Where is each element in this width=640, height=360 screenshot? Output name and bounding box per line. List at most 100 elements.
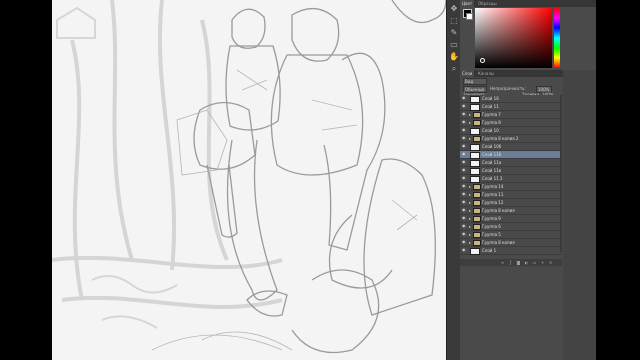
tab-color[interactable]: Цвет xyxy=(460,0,475,7)
video-letterbox-right xyxy=(596,0,640,360)
move-tool-icon[interactable]: ✥ xyxy=(449,4,459,14)
visibility-eye-icon[interactable]: ◉ xyxy=(462,216,466,220)
visibility-eye-icon[interactable]: ◉ xyxy=(462,168,466,172)
layer-thumbnail xyxy=(470,152,480,159)
layer-name: Слой 11б xyxy=(482,152,502,157)
zoom-tool-icon[interactable]: ⌕ xyxy=(449,64,459,74)
layer-row[interactable]: ◉ Слой 11а xyxy=(460,159,562,167)
hue-slider[interactable] xyxy=(554,8,560,68)
group-expand-arrow-icon[interactable]: ▸ xyxy=(469,231,471,238)
layer-name: Группа 12 xyxy=(482,200,504,205)
tab-swatches[interactable]: Образцы xyxy=(476,0,499,7)
layer-name: Слой 16 xyxy=(482,96,499,101)
layer-group-row[interactable]: ◉ ▸ Группа 8 xyxy=(460,119,562,127)
mask-icon[interactable]: ◙ xyxy=(516,260,521,265)
visibility-eye-icon[interactable]: ◉ xyxy=(462,224,466,228)
layer-group-row[interactable]: ◉ ▸ Группа 5 xyxy=(460,231,562,239)
tab-layers[interactable]: Слои xyxy=(460,70,475,77)
layer-name: Группа 9 xyxy=(482,216,501,221)
visibility-eye-icon[interactable]: ◉ xyxy=(462,112,466,116)
collapsed-panels-column xyxy=(563,70,596,360)
visibility-eye-icon[interactable]: ◉ xyxy=(462,136,466,140)
visibility-eye-icon[interactable]: ◉ xyxy=(462,96,466,100)
visibility-eye-icon[interactable]: ◉ xyxy=(462,192,466,196)
layer-name: Слой 11в xyxy=(482,168,502,173)
layer-row[interactable]: ◉ Слой 11в xyxy=(460,167,562,175)
fx-icon[interactable]: ƒ xyxy=(508,260,513,265)
group-expand-arrow-icon[interactable]: ▸ xyxy=(469,239,471,246)
layer-thumbnail xyxy=(470,160,480,167)
group-expand-arrow-icon[interactable]: ▸ xyxy=(469,199,471,206)
layer-group-row[interactable]: ◉ ▸ Группа 8 копия 2 xyxy=(460,135,562,143)
visibility-eye-icon[interactable]: ◉ xyxy=(462,128,466,132)
layer-group-row[interactable]: ◉ ▸ Группа 12 xyxy=(460,199,562,207)
layer-name: Слой 1 xyxy=(482,248,497,253)
layer-row[interactable]: ◉ Слой 11 2 xyxy=(460,175,562,183)
group-expand-arrow-icon[interactable]: ▸ xyxy=(469,119,471,126)
right-panel-dock: Цвет Образцы Слои Каналы Вид Обычные Неп… xyxy=(460,0,596,360)
layer-name: Группа 11 xyxy=(482,192,504,197)
visibility-eye-icon[interactable]: ◉ xyxy=(462,152,466,156)
tools-strip: ✥ ⬚ ✎ ▭ ✋ ⌕ xyxy=(446,0,461,360)
folder-icon xyxy=(473,224,481,230)
hand-tool-icon[interactable]: ✋ xyxy=(449,52,459,62)
layer-row[interactable]: ◉ Слой 10 xyxy=(460,127,562,135)
video-letterbox-left xyxy=(0,0,52,360)
layer-name: Слой 11 xyxy=(482,104,499,109)
trash-icon[interactable]: ✕ xyxy=(548,260,553,265)
layer-name: Группа 7 xyxy=(482,112,501,117)
group-expand-arrow-icon[interactable]: ▸ xyxy=(469,111,471,118)
visibility-eye-icon[interactable]: ◉ xyxy=(462,200,466,204)
layer-group-row[interactable]: ◉ ▸ Группа 7 xyxy=(460,111,562,119)
new-layer-icon[interactable]: + xyxy=(540,260,545,265)
group-expand-arrow-icon[interactable]: ▸ xyxy=(469,135,471,142)
eraser-tool-icon[interactable]: ▭ xyxy=(449,40,459,50)
visibility-eye-icon[interactable]: ◉ xyxy=(462,160,466,164)
layer-row[interactable]: ◉ Слой 11 xyxy=(460,103,562,111)
visibility-eye-icon[interactable]: ◉ xyxy=(462,104,466,108)
folder-icon xyxy=(473,232,481,238)
tab-channels[interactable]: Каналы xyxy=(476,70,496,77)
layer-name: Группа 5 xyxy=(482,232,501,237)
visibility-eye-icon[interactable]: ◉ xyxy=(462,240,466,244)
folder-icon xyxy=(473,208,481,214)
color-swatches xyxy=(463,9,473,20)
color-picker-field[interactable] xyxy=(475,8,552,68)
visibility-eye-icon[interactable]: ◉ xyxy=(462,232,466,236)
layer-group-row[interactable]: ◉ ▸ Группа 6 xyxy=(460,223,562,231)
group-expand-arrow-icon[interactable]: ▸ xyxy=(469,191,471,198)
layer-row[interactable]: ◉ Слой 16 xyxy=(460,95,562,103)
visibility-eye-icon[interactable]: ◉ xyxy=(462,184,466,188)
visibility-eye-icon[interactable]: ◉ xyxy=(462,208,466,212)
adjustment-icon[interactable]: ◐ xyxy=(524,260,529,265)
group-expand-arrow-icon[interactable]: ▸ xyxy=(469,215,471,222)
layer-group-row[interactable]: ◉ ▸ Группа 9 xyxy=(460,215,562,223)
layer-thumbnail xyxy=(470,128,480,135)
layer-row[interactable]: ◉ Слой 10б xyxy=(460,143,562,151)
group-expand-arrow-icon[interactable]: ▸ xyxy=(469,223,471,230)
layer-group-row[interactable]: ◉ ▸ Группа 11 xyxy=(460,191,562,199)
layer-kind-filter[interactable]: Вид xyxy=(463,78,487,85)
layers-scrollbar[interactable] xyxy=(560,95,562,252)
layer-row[interactable]: ◉ Слой 1 xyxy=(460,247,562,255)
brush-tool-icon[interactable]: ✎ xyxy=(449,28,459,38)
link-icon[interactable]: ∞ xyxy=(500,260,505,265)
layer-group-row[interactable]: ◉ ▸ Группа 14 xyxy=(460,183,562,191)
layer-name: Слой 10 xyxy=(482,128,499,133)
background-color-swatch[interactable] xyxy=(466,13,473,20)
layers-list: ◉ Слой 16 ◉ Слой 11 ◉ ▸ Группа 7 ◉ ▸ Группа 8 ◉ Сло… xyxy=(460,95,562,258)
visibility-eye-icon[interactable]: ◉ xyxy=(462,144,466,148)
layer-row[interactable]: ◉ Слой 11б xyxy=(460,151,562,159)
color-picker-cursor[interactable] xyxy=(480,58,485,63)
layer-group-row[interactable]: ◉ ▸ Группа 8 копия xyxy=(460,207,562,215)
document-canvas[interactable] xyxy=(52,0,446,360)
group-expand-arrow-icon[interactable]: ▸ xyxy=(469,207,471,214)
folder-icon[interactable]: ▭ xyxy=(532,260,537,265)
layer-name: Группа 8 копия xyxy=(482,208,515,213)
visibility-eye-icon[interactable]: ◉ xyxy=(462,176,466,180)
layer-group-row[interactable]: ◉ ▸ Группа 8 копия xyxy=(460,239,562,247)
visibility-eye-icon[interactable]: ◉ xyxy=(462,120,466,124)
marquee-tool-icon[interactable]: ⬚ xyxy=(449,16,459,26)
visibility-eye-icon[interactable]: ◉ xyxy=(462,248,466,252)
group-expand-arrow-icon[interactable]: ▸ xyxy=(469,183,471,190)
